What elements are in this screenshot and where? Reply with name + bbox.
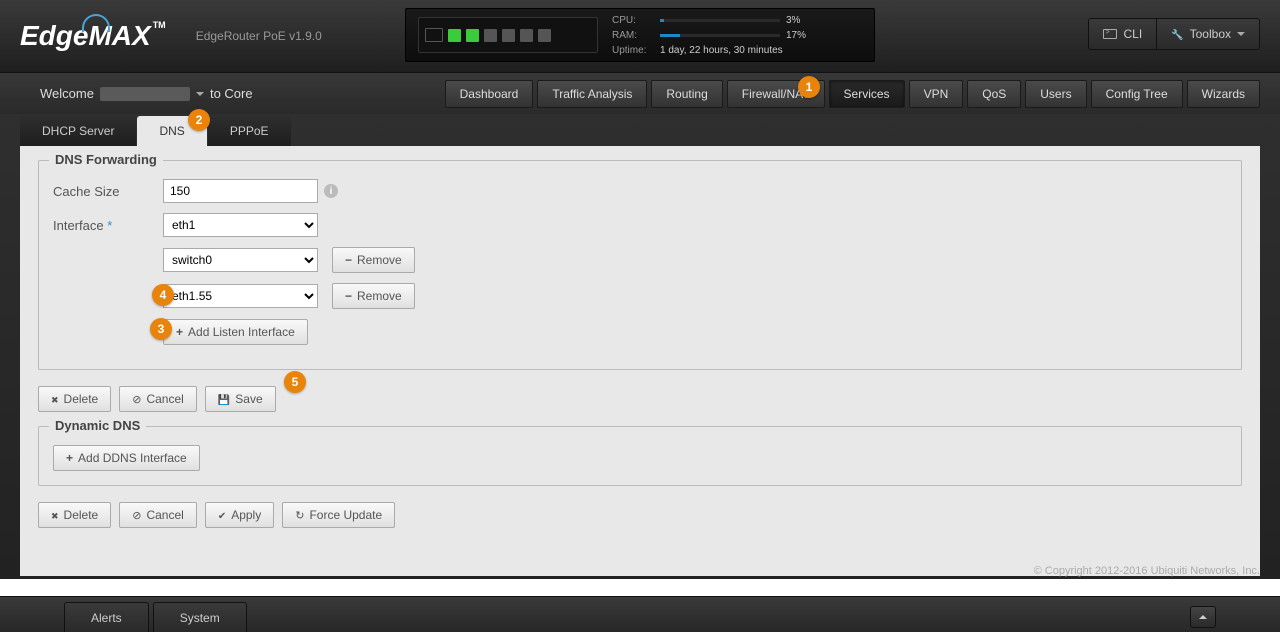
- bottom-bar: Alerts System: [0, 596, 1280, 632]
- add-ddns-interface-button[interactable]: Add DDNS Interface: [53, 445, 200, 471]
- collapse-button[interactable]: [1190, 606, 1216, 628]
- nav-config-tree[interactable]: Config Tree: [1091, 80, 1183, 108]
- remove-button[interactable]: Remove: [332, 283, 415, 309]
- nav-wizards[interactable]: Wizards: [1187, 80, 1260, 108]
- port-icon: [448, 29, 461, 42]
- welcome-text[interactable]: Welcome to Core: [40, 86, 253, 101]
- logo-arc-icon: [82, 14, 110, 32]
- nav-bar: Welcome to Core DashboardTraffic Analysi…: [0, 72, 1280, 114]
- dynamic-dns-fieldset: Dynamic DNS Add DDNS Interface: [38, 426, 1242, 486]
- cache-size-input[interactable]: [163, 179, 318, 203]
- stats: CPU: 3% RAM: 17% Uptime: 1 day, 22 hours…: [612, 13, 862, 58]
- copyright: © Copyright 2012-2016 Ubiquiti Networks,…: [1034, 565, 1260, 577]
- add-listen-interface-button[interactable]: Add Listen Interface: [163, 319, 308, 345]
- annotation-4: 4: [152, 284, 174, 306]
- toolbox-button[interactable]: Toolbox: [1157, 18, 1260, 50]
- plus-icon: [66, 451, 73, 465]
- main-nav: DashboardTraffic AnalysisRoutingFirewall…: [445, 80, 1260, 108]
- panel: DNS Forwarding Cache Size i Interface * …: [20, 146, 1260, 576]
- cancel-button[interactable]: Cancel: [119, 386, 197, 412]
- nav-dashboard[interactable]: Dashboard: [445, 80, 534, 108]
- username-redacted: [100, 87, 190, 101]
- system-tab[interactable]: System: [153, 602, 247, 632]
- x-icon: [51, 392, 59, 406]
- nav-qos[interactable]: QoS: [967, 80, 1021, 108]
- refresh-icon: [295, 508, 304, 522]
- uptime-value: 1 day, 22 hours, 30 minutes: [660, 43, 783, 58]
- interface-select-1[interactable]: switch0: [163, 248, 318, 272]
- nav-vpn[interactable]: VPN: [909, 80, 964, 108]
- save-icon: [218, 392, 230, 406]
- alerts-tab[interactable]: Alerts: [64, 602, 149, 632]
- port-icon: [538, 29, 551, 42]
- check-icon: [218, 508, 226, 522]
- wrench-icon: [1171, 27, 1183, 41]
- ram-bar: [660, 34, 780, 37]
- cpu-label: CPU:: [612, 13, 654, 28]
- port-icon: [484, 29, 497, 42]
- model-label: EdgeRouter PoE v1.9.0: [196, 29, 322, 43]
- minus-icon: [345, 289, 352, 303]
- info-icon[interactable]: i: [324, 184, 338, 198]
- cli-icon: [1103, 29, 1117, 39]
- uptime-label: Uptime:: [612, 43, 654, 58]
- chevron-down-icon: [196, 92, 204, 96]
- action-row-1: Delete Cancel Save: [38, 386, 1242, 412]
- top-actions: CLI Toolbox: [1088, 18, 1260, 50]
- top-bar: EdgeMAXTM EdgeRouter PoE v1.9.0 CPU: 3% …: [0, 0, 1280, 72]
- interface-select-0[interactable]: eth1: [163, 213, 318, 237]
- cancel-button[interactable]: Cancel: [119, 502, 197, 528]
- ban-icon: [132, 508, 141, 522]
- interface-select-2[interactable]: eth1.55: [163, 284, 318, 308]
- ram-label: RAM:: [612, 28, 654, 43]
- subtab-dhcp-server[interactable]: DHCP Server: [20, 116, 136, 146]
- delete-button[interactable]: Delete: [38, 502, 111, 528]
- annotation-1: 1: [798, 76, 820, 98]
- nav-services[interactable]: Services: [829, 80, 905, 108]
- annotation-5: 5: [284, 371, 306, 393]
- delete-button[interactable]: Delete: [38, 386, 111, 412]
- ban-icon: [132, 392, 141, 406]
- nav-traffic-analysis[interactable]: Traffic Analysis: [537, 80, 647, 108]
- cpu-value: 3%: [786, 13, 800, 28]
- content-area: DHCP ServerDNSPPPoE DNS Forwarding Cache…: [0, 114, 1280, 579]
- cli-button[interactable]: CLI: [1088, 18, 1157, 50]
- minus-icon: [345, 253, 352, 267]
- save-button[interactable]: Save: [205, 386, 276, 412]
- cpu-bar: [660, 19, 780, 22]
- port-icon: [520, 29, 533, 42]
- interface-label: Interface *: [53, 218, 163, 233]
- logo: EdgeMAXTM: [20, 20, 166, 52]
- apply-button[interactable]: Apply: [205, 502, 274, 528]
- port-icon: [466, 29, 479, 42]
- dns-forwarding-fieldset: DNS Forwarding Cache Size i Interface * …: [38, 160, 1242, 370]
- annotation-2: 2: [188, 109, 210, 131]
- chevron-up-icon: [1199, 615, 1207, 619]
- cache-size-label: Cache Size: [53, 184, 163, 199]
- subtab-pppoe[interactable]: PPPoE: [208, 116, 291, 146]
- annotation-3: 3: [150, 318, 172, 340]
- port-indicator: [418, 17, 598, 53]
- plus-icon: [176, 325, 183, 339]
- remove-button[interactable]: Remove: [332, 247, 415, 273]
- chevron-down-icon: [1237, 32, 1245, 36]
- force-update-button[interactable]: Force Update: [282, 502, 395, 528]
- legend: Dynamic DNS: [49, 418, 146, 433]
- ram-value: 17%: [786, 28, 806, 43]
- legend: DNS Forwarding: [49, 152, 163, 167]
- status-box: CPU: 3% RAM: 17% Uptime: 1 day, 22 hours…: [405, 8, 875, 62]
- x-icon: [51, 508, 59, 522]
- nav-users[interactable]: Users: [1025, 80, 1086, 108]
- port-icon: [502, 29, 515, 42]
- nav-routing[interactable]: Routing: [651, 80, 722, 108]
- action-row-2: Delete Cancel Apply Force Update: [38, 502, 1242, 528]
- console-port-icon: [425, 28, 443, 42]
